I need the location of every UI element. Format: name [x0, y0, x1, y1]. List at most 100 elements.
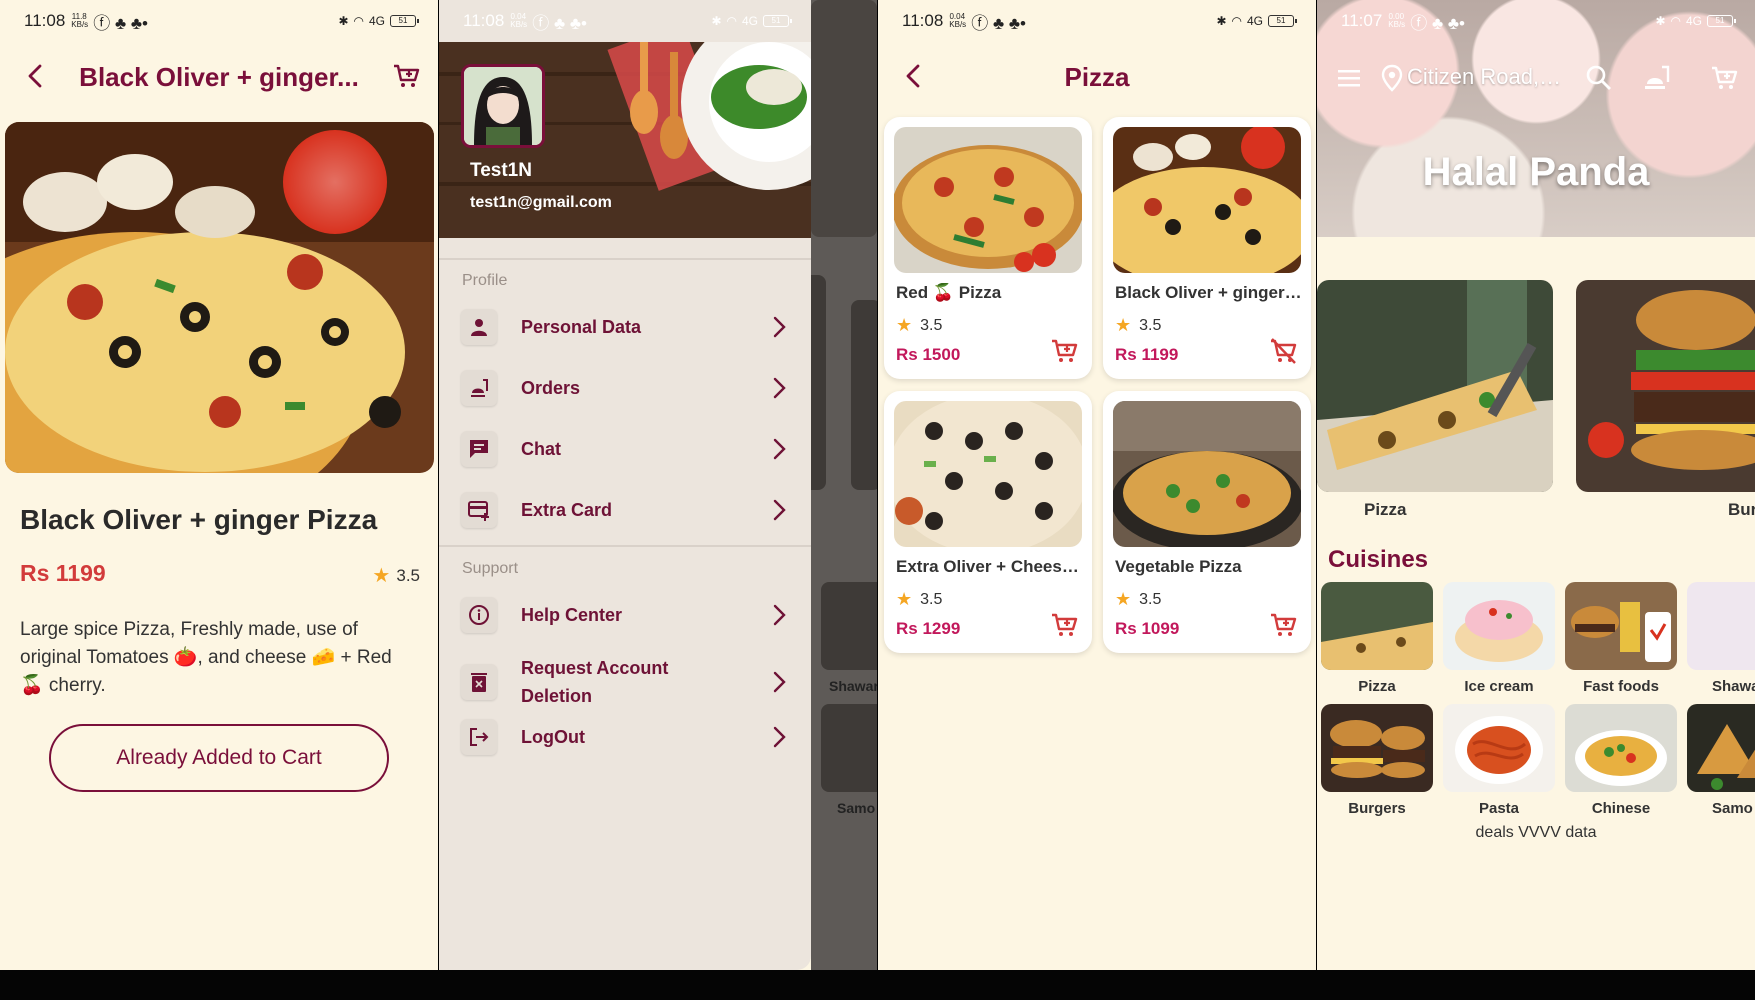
cuisine-tile-samosa[interactable] [1687, 704, 1755, 792]
orders-icon[interactable] [1642, 64, 1672, 92]
drawer-item-help-center[interactable]: Help Center [461, 590, 791, 640]
drawer-item-extra-card[interactable]: Extra Card [461, 485, 791, 535]
drawer-item-label: Chat [521, 439, 561, 459]
location-pin-icon [1381, 64, 1403, 92]
status-time: 11:08 [902, 11, 944, 30]
cart-icon[interactable] [392, 62, 420, 90]
back-arrow-icon[interactable] [900, 62, 928, 90]
user-name: Test1N [470, 160, 532, 181]
search-icon[interactable] [1585, 64, 1613, 92]
drawer-item-label: Help Center [521, 605, 623, 625]
star-icon: ★ [896, 589, 913, 609]
drawer-item-label: Request Account Deletion [521, 658, 669, 706]
add-to-cart-icon[interactable] [1050, 337, 1078, 365]
product-image [1113, 127, 1301, 273]
star-icon: ★ [1115, 589, 1132, 609]
product-price: Rs 1199 [20, 560, 106, 586]
status-bar: 11:08 11.8 KB/s ⓕ ♣ ♣• ✱ ◠ 4G 51 [0, 0, 438, 42]
logout-icon [461, 719, 497, 755]
product-card[interactable]: Red 🍒 Pizza ★ 3.5 Rs 1500 [884, 117, 1092, 379]
drawer-item-personal-data[interactable]: Personal Data [461, 302, 791, 352]
chevron-right-icon [773, 377, 786, 399]
status-bar: 11:08 0.04 KB/s ⓕ ♣ ♣• ✱ ◠ 4G 51 [878, 0, 1316, 42]
divider [439, 258, 811, 260]
drawer-item-logout[interactable]: LogOut [461, 712, 791, 762]
product-card[interactable]: Vegetable Pizza ★ 3.5 Rs 1099 [1103, 391, 1311, 653]
cuisine-label: Pasta [1478, 800, 1520, 817]
remove-from-cart-icon[interactable] [1269, 337, 1297, 365]
menu-icon[interactable] [1337, 66, 1363, 90]
orders-icon [461, 370, 497, 406]
page-title: Pizza [1064, 61, 1130, 92]
product-image [1113, 401, 1301, 547]
cuisine-tile-pizza[interactable] [1321, 582, 1433, 670]
cart-icon[interactable] [1709, 64, 1739, 92]
add-to-cart-icon[interactable] [1050, 611, 1078, 639]
cuisine-tile-fast-foods[interactable] [1565, 582, 1677, 670]
network-type: 4G [1685, 14, 1702, 28]
network-speed: 11.8 KB/s [71, 12, 89, 29]
back-arrow-icon[interactable] [22, 62, 50, 90]
deals-text: deals VVVV data [1475, 824, 1597, 841]
star-icon: ★ [1115, 315, 1132, 335]
drawer-item-request-account-deletion[interactable]: Request Account Deletion [461, 652, 791, 712]
rating-value: 3.5 [1139, 316, 1162, 334]
location-selector[interactable]: Citizen Road, S... [1407, 64, 1567, 90]
person-icon [461, 309, 497, 345]
cuisine-tile-pasta[interactable] [1443, 704, 1555, 792]
drawer-header: Test1N test1n@gmail.com [439, 42, 811, 238]
chevron-right-icon [773, 604, 786, 626]
wifi-icon: ◠ [1231, 14, 1242, 28]
cuisine-label: Shawar [1712, 678, 1755, 695]
cuisine-tile-burgers[interactable] [1321, 704, 1433, 792]
product-image [5, 122, 434, 473]
wifi-icon: ◠ [353, 14, 364, 28]
notification-icons: ⓕ ♣ ♣• [971, 13, 1026, 33]
chevron-right-icon [773, 316, 786, 338]
cuisine-tile-shawarma[interactable] [1687, 582, 1755, 670]
network-speed: 0.04 KB/s [949, 12, 967, 29]
cuisine-label: Chinese [1591, 800, 1651, 817]
product-rating: ★ 3.5 [1115, 589, 1161, 610]
drawer-item-orders[interactable]: Orders [461, 363, 791, 413]
chevron-right-icon [773, 499, 786, 521]
featured-label: Pizza [1364, 500, 1407, 519]
star-icon: ★ [896, 315, 913, 335]
featured-card-burger[interactable] [1576, 280, 1755, 492]
cuisine-tile-ice-cream[interactable] [1443, 582, 1555, 670]
add-to-cart-icon[interactable] [1269, 611, 1297, 639]
cuisine-label: Pizza [1358, 678, 1396, 695]
cuisine-tile-chinese[interactable] [1565, 704, 1677, 792]
product-rating: ★ 3.5 [1115, 315, 1161, 336]
status-bar: 11:07 0.00 KB/s ⓕ ♣ ♣• ✱ ◠ 4G 51 [1317, 0, 1755, 42]
product-rating: ★ 3.5 [896, 315, 942, 336]
notification-icons: ⓕ ♣ ♣• [93, 13, 148, 33]
battery-icon: 51 [763, 15, 792, 27]
background-label: Shawar [829, 678, 877, 694]
bluetooth-icon: ✱ [1216, 14, 1227, 28]
app-bar: Black Oliver + ginger... [0, 50, 438, 104]
avatar[interactable] [461, 64, 545, 148]
wifi-icon: ◠ [1670, 14, 1681, 28]
card-icon [461, 492, 497, 528]
product-price: Rs 1099 [1115, 619, 1180, 638]
product-description: Large spice Pizza, Freshly made, use of … [20, 619, 392, 696]
product-price: Rs 1199 [1115, 345, 1179, 364]
wifi-icon: ◠ [726, 14, 737, 28]
rating-value: 3.5 [396, 565, 420, 585]
home-top-bar: Citizen Road, S... [1317, 58, 1755, 98]
profile-section-title: Profile [462, 272, 508, 289]
background-label: Samo [837, 800, 876, 816]
network-type: 4G [1246, 14, 1263, 28]
rating-value: 3.5 [920, 590, 943, 608]
featured-card-pizza[interactable] [1317, 280, 1553, 492]
chevron-right-icon [773, 438, 786, 460]
product-card[interactable]: Extra Oliver + Cheese Pizza ★ 3.5 Rs 1299 [884, 391, 1092, 653]
product-card[interactable]: Black Oliver + ginger Pizza ★ 3.5 Rs 1199 [1103, 117, 1311, 379]
product-image [894, 127, 1082, 273]
drawer-scrim[interactable]: Shawar Samo [801, 0, 877, 970]
already-added-to-cart-button[interactable]: Already Added to Cart [49, 724, 389, 792]
drawer-item-chat[interactable]: Chat [461, 424, 791, 474]
cuisine-label: Samo [1712, 800, 1753, 817]
cuisines-title: Cuisines [1328, 546, 1429, 573]
